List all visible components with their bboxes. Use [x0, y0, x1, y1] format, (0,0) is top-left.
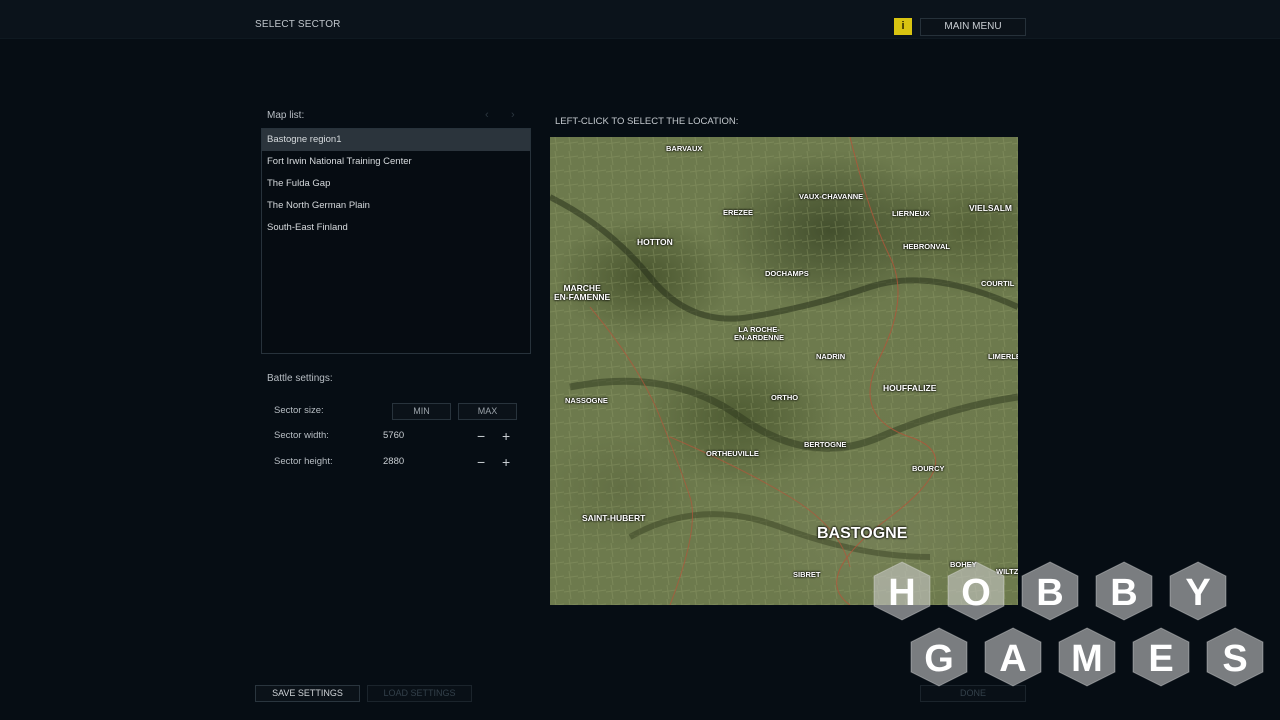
- map-town-label: HOTTON: [637, 237, 673, 247]
- main-menu-button[interactable]: MAIN MENU: [920, 18, 1026, 36]
- map-town-label: EREZEE: [723, 208, 754, 217]
- load-settings-button[interactable]: LOAD SETTINGS: [367, 685, 472, 702]
- watermark-hex: [1058, 627, 1116, 687]
- map-town-label: LA ROCHE- EN-ARDENNE: [734, 325, 785, 342]
- sector-map[interactable]: BARVAUX VAUX-CHAVANNE EREZEE LIERNEUX VI…: [550, 137, 1018, 605]
- map-list-item[interactable]: The North German Plain: [262, 195, 530, 217]
- done-button[interactable]: DONE: [920, 685, 1026, 702]
- watermark-letter: Y: [1185, 572, 1210, 614]
- watermark-letter: S: [1222, 638, 1247, 680]
- map-town-label: NASSOGNE: [565, 396, 608, 405]
- page-title: SELECT SECTOR: [255, 19, 341, 30]
- sector-width-decrease-button[interactable]: −: [477, 429, 485, 443]
- map-town-label: SIBRET: [793, 570, 821, 579]
- map-list-item[interactable]: The Fulda Gap: [262, 173, 530, 195]
- map-list-label: Map list:: [267, 110, 305, 121]
- map-list-item[interactable]: South-East Finland: [262, 217, 530, 239]
- map-list-item[interactable]: Bastogne region1: [262, 129, 530, 151]
- map-town-label: HEBRONVAL: [903, 242, 950, 251]
- watermark-hex: [910, 627, 968, 687]
- map-town-label: NADRIN: [816, 352, 846, 361]
- sector-width-value: 5760: [383, 430, 405, 441]
- map-town-label: ORTHEUVILLE: [706, 449, 759, 458]
- map-list-next-button[interactable]: ›: [511, 109, 515, 121]
- map-town-label: SAINT-HUBERT: [582, 513, 646, 523]
- map-town-label: LIMERLE: [988, 352, 1018, 361]
- watermark-letter: G: [924, 638, 954, 680]
- map-terrain-overlay: [550, 137, 1018, 605]
- sector-width-increase-button[interactable]: +: [502, 429, 510, 443]
- watermark-letter: A: [999, 638, 1026, 680]
- sector-height-decrease-button[interactable]: −: [477, 455, 485, 469]
- map-list-prev-button[interactable]: ‹: [485, 109, 489, 121]
- watermark-hex: [1132, 627, 1190, 687]
- info-button[interactable]: i: [894, 18, 912, 35]
- map-town-label: MARCHE EN-FAMENNE: [554, 283, 611, 302]
- min-size-button[interactable]: MIN: [392, 403, 451, 420]
- watermark-letter: B: [1110, 572, 1137, 614]
- map-list-item[interactable]: Fort Irwin National Training Center: [262, 151, 530, 173]
- battle-settings-label: Battle settings:: [267, 373, 333, 384]
- map-town-label: BOURCY: [912, 464, 945, 473]
- watermark-hex: [984, 627, 1042, 687]
- map-town-label: BASTOGNE: [817, 525, 908, 542]
- watermark-letter: M: [1071, 638, 1103, 680]
- watermark-hex: [1206, 627, 1264, 687]
- map-list: Bastogne region1 Fort Irwin National Tra…: [261, 128, 531, 354]
- watermark-hex: [1021, 561, 1079, 621]
- sector-height-increase-button[interactable]: +: [502, 455, 510, 469]
- watermark-letter: E: [1148, 638, 1173, 680]
- map-town-label: WILTZ: [996, 567, 1018, 576]
- sector-size-label: Sector size:: [274, 405, 324, 416]
- map-town-label: BOHEY: [950, 560, 977, 569]
- sector-width-label: Sector width:: [274, 430, 329, 441]
- map-town-label: VAUX-CHAVANNE: [799, 192, 864, 201]
- map-town-label: HOUFFALIZE: [883, 383, 937, 393]
- map-town-label: DOCHAMPS: [765, 269, 809, 278]
- watermark-hex: [1169, 561, 1227, 621]
- map-town-label: LIERNEUX: [892, 209, 930, 218]
- max-size-button[interactable]: MAX: [458, 403, 517, 420]
- map-town-label: VIELSALM: [969, 203, 1012, 213]
- map-town-label: ORTHO: [771, 393, 799, 402]
- watermark-letter: B: [1036, 572, 1063, 614]
- watermark-hex: [1095, 561, 1153, 621]
- save-settings-button[interactable]: SAVE SETTINGS: [255, 685, 360, 702]
- top-bar: [0, 0, 1280, 39]
- map-town-label: BARVAUX: [666, 144, 703, 153]
- map-town-label: BERTOGNE: [804, 440, 847, 449]
- sector-height-value: 2880: [383, 456, 405, 467]
- map-town-label: COURTIL: [981, 279, 1015, 288]
- map-instruction: LEFT-CLICK TO SELECT THE LOCATION:: [555, 116, 739, 127]
- sector-height-label: Sector height:: [274, 456, 333, 467]
